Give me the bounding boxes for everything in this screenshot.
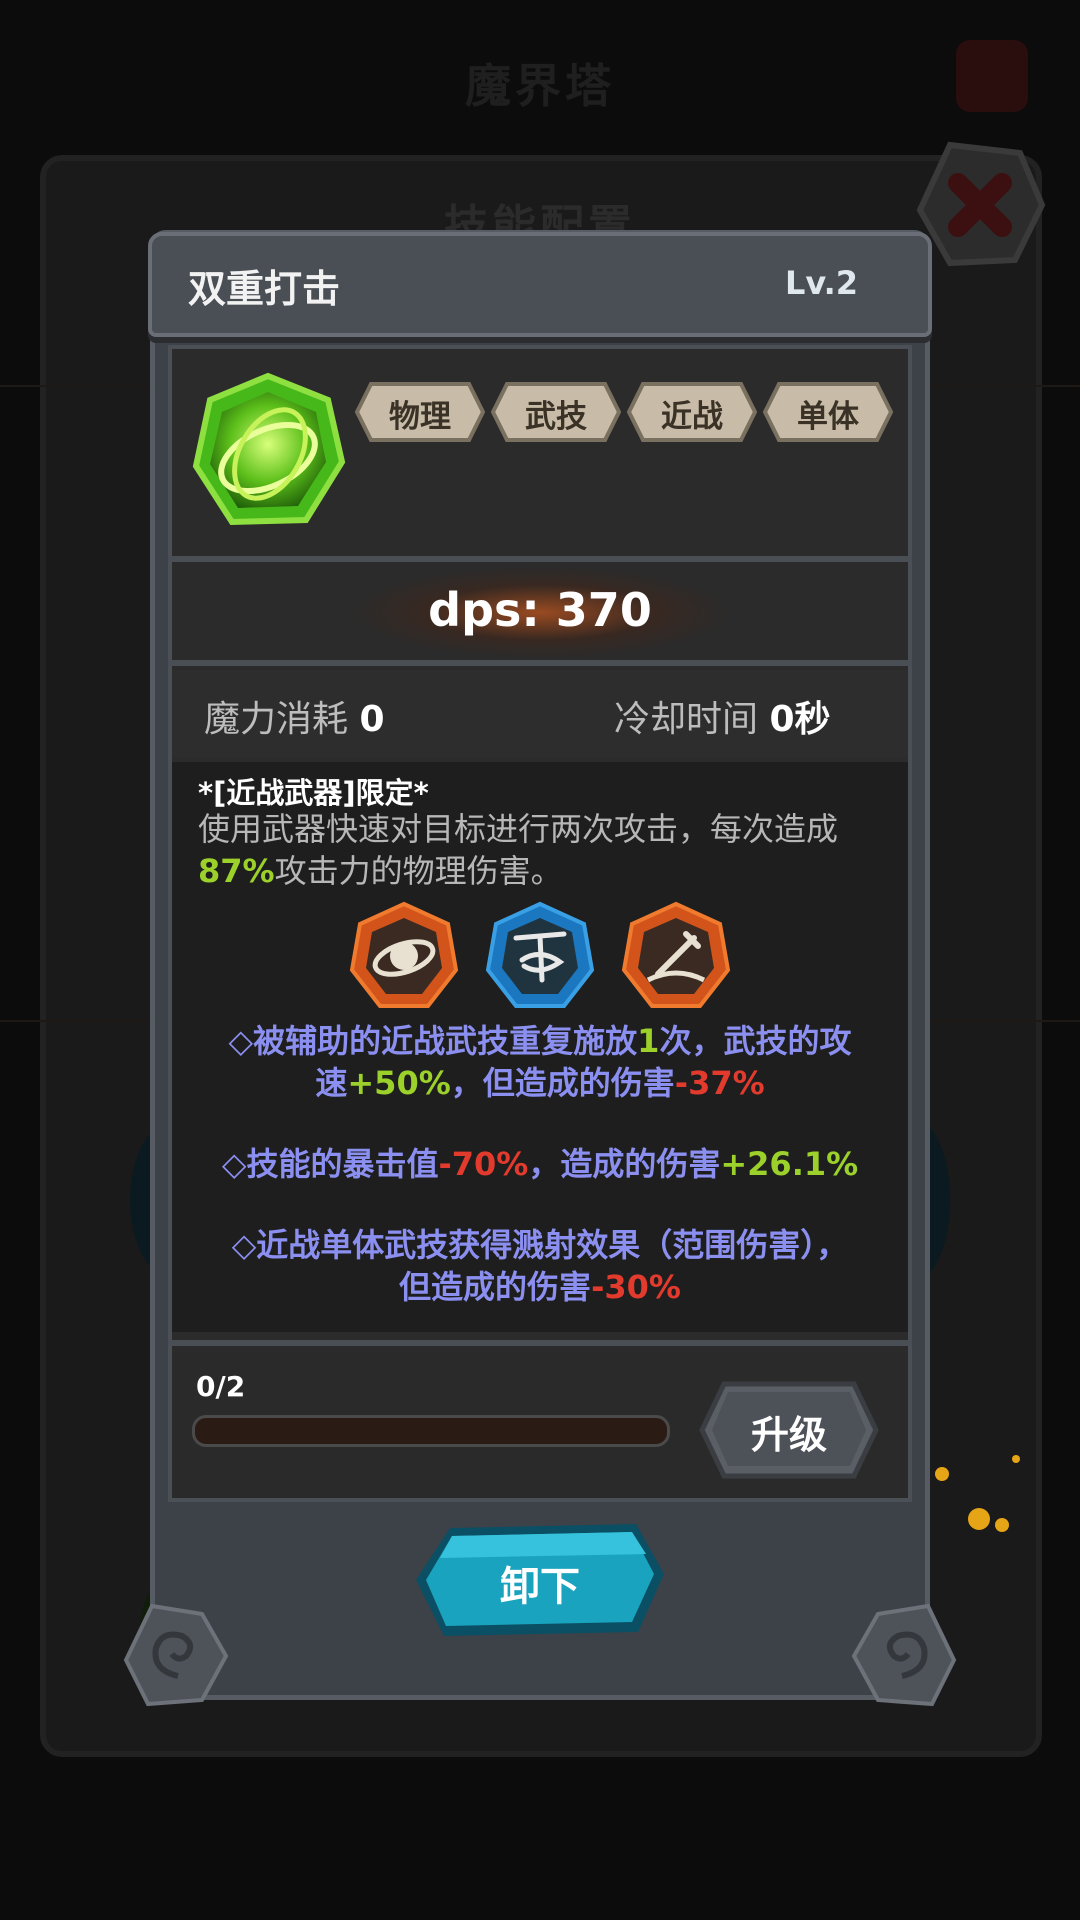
spark-particle xyxy=(1012,1455,1020,1463)
cooldown-label: 冷却时间 xyxy=(614,699,759,740)
weapon-restriction: *[近战武器]限定* xyxy=(198,776,429,810)
effect-value: -70% xyxy=(438,1145,529,1183)
background-close-icon xyxy=(956,40,1028,112)
tag-weapon-skill: 武技 xyxy=(491,380,621,444)
tag-melee: 近战 xyxy=(627,380,757,444)
effect-value: +50% xyxy=(347,1064,451,1102)
spark-particle xyxy=(995,1518,1009,1532)
support-effect-2: ◇技能的暴击值-70%，造成的伤害+26.1% xyxy=(190,1143,890,1185)
unequip-button-label: 卸下 xyxy=(500,1564,580,1610)
skill-name: 双重打击 xyxy=(188,267,341,311)
tag-label: 近战 xyxy=(661,399,723,435)
background-title: 魔界塔 xyxy=(465,59,615,113)
effect-text: 速 xyxy=(315,1064,348,1102)
effect-text: ◇技能的暴击值 xyxy=(221,1145,439,1183)
effect-value: -30% xyxy=(591,1268,681,1306)
description-text: 攻击力的物理伤害。 xyxy=(274,852,563,890)
effect-text: 次，武技的攻 xyxy=(659,1022,852,1060)
tag-single-target: 单体 xyxy=(763,380,893,444)
effect-text: ◇被辅助的近战武技重复施放 xyxy=(228,1022,638,1060)
ring-orbit-icon[interactable] xyxy=(348,900,460,1012)
green-swirl-icon xyxy=(192,372,346,526)
divider xyxy=(168,660,912,666)
corner-ornament xyxy=(123,1603,229,1707)
mana-cost: 魔力消耗 0 xyxy=(204,690,385,742)
tag-label: 武技 xyxy=(525,399,587,435)
progress-bar xyxy=(192,1415,670,1447)
damage-percent: 87% xyxy=(198,852,275,890)
support-effect-3: ◇近战单体武技获得溅射效果（范围伤害）， 但造成的伤害-30% xyxy=(190,1224,890,1308)
mana-cost-label: 魔力消耗 xyxy=(204,699,349,740)
description-text: 使用武器快速对目标进行两次攻击，每次造成 xyxy=(198,810,839,848)
skill-level: Lv.2 xyxy=(784,264,858,302)
skill-description: 使用武器快速对目标进行两次攻击，每次造成 87%攻击力的物理伤害。 xyxy=(198,808,888,892)
spark-particle xyxy=(935,1467,949,1481)
divider xyxy=(168,556,912,562)
effect-text: ，造成的伤害 xyxy=(528,1145,721,1183)
dialog-header: 双重打击 Lv.2 xyxy=(148,232,932,337)
tag-physical: 物理 xyxy=(355,380,485,444)
tag-label: 单体 xyxy=(797,399,859,435)
mana-cost-value: 0 xyxy=(359,699,385,740)
cooldown-value: 0秒 xyxy=(769,699,831,740)
tag-label: 物理 xyxy=(389,399,451,435)
stats-row: 魔力消耗 0 冷却时间 0秒 xyxy=(172,670,908,758)
support-effect-1: ◇被辅助的近战武技重复施放1次，武技的攻速+50%，但造成的伤害-37% xyxy=(190,1020,890,1104)
divider xyxy=(168,1340,912,1346)
spark-particle xyxy=(968,1508,990,1530)
sword-splash-icon[interactable] xyxy=(620,900,732,1012)
effect-text: ，但造成的伤害 xyxy=(450,1064,675,1102)
effect-value: -37% xyxy=(674,1064,765,1102)
whirlwind-icon[interactable] xyxy=(484,900,596,1012)
dps-row: dps: 370 xyxy=(172,565,908,660)
unequip-button[interactable]: 卸下 xyxy=(410,1520,670,1640)
upgrade-button[interactable]: 升级 xyxy=(698,1380,880,1480)
effect-text: ◇近战单体武技获得溅射效果（范围伤害）， xyxy=(231,1226,849,1264)
cooldown: 冷却时间 0秒 xyxy=(614,690,831,742)
corner-ornament xyxy=(851,1603,957,1707)
effect-text: 但造成的伤害 xyxy=(399,1268,592,1306)
effect-value: +26.1% xyxy=(720,1145,859,1183)
effect-value: 1 xyxy=(637,1022,660,1060)
dps-value: dps: 370 xyxy=(428,583,652,637)
upgrade-button-label: 升级 xyxy=(750,1413,827,1457)
progress-count: 0/2 xyxy=(196,1370,246,1403)
